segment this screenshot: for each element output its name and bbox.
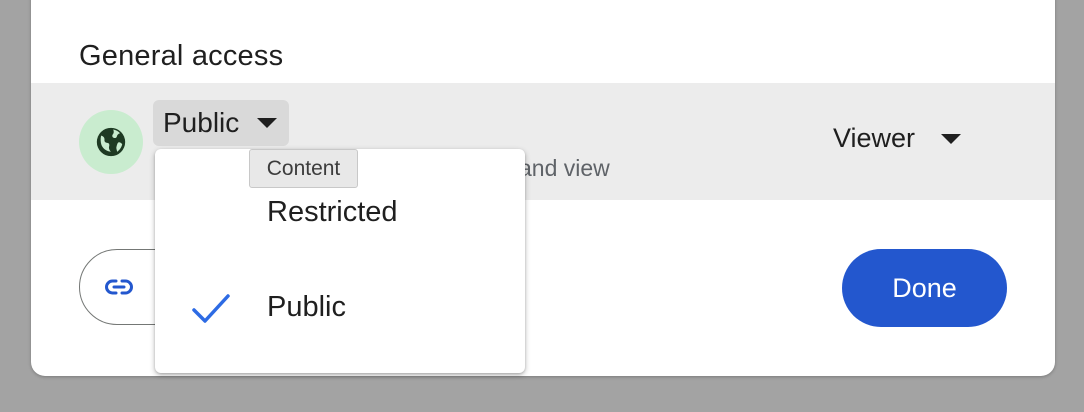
tooltip: Content [249, 149, 358, 188]
checkmark-icon [192, 294, 230, 323]
role-label: Viewer [833, 123, 916, 153]
menu-item-public[interactable]: Public [155, 269, 525, 349]
menu-item-label: Restricted [267, 196, 398, 228]
chevron-down-icon [257, 118, 278, 128]
menu-item-label: Public [267, 291, 346, 323]
access-level-label: Public [163, 107, 240, 138]
done-button[interactable]: Done [842, 249, 1007, 327]
globe-icon [96, 127, 126, 157]
access-description: and view [519, 155, 610, 181]
globe-avatar [79, 110, 143, 174]
role-dropdown[interactable]: Viewer [833, 123, 962, 154]
access-level-dropdown[interactable]: Public [153, 100, 290, 146]
link-icon [105, 279, 133, 295]
general-access-title: General access [79, 40, 284, 72]
chevron-down-icon [941, 133, 962, 144]
